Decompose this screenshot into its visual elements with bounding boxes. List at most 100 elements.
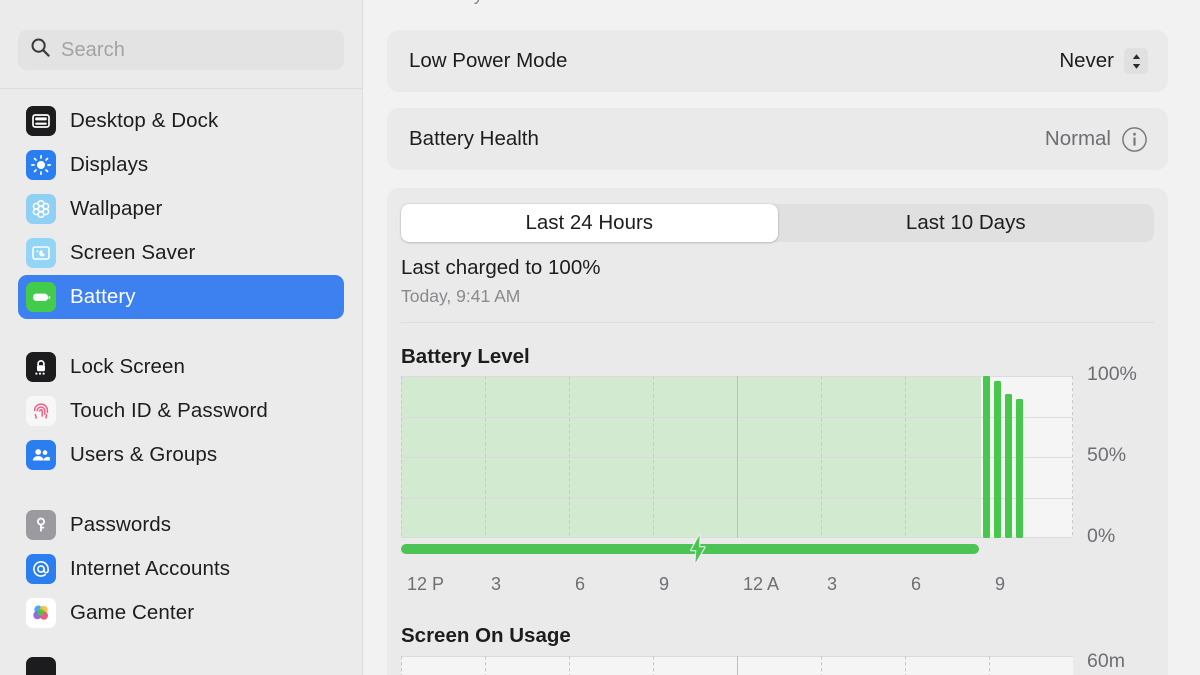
tab-last-24-hours[interactable]: Last 24 Hours <box>401 204 778 242</box>
wallpaper-icon <box>26 194 56 224</box>
chart-gridline-v <box>1072 376 1073 538</box>
screen-on-usage-y-label: 60m <box>1087 650 1125 672</box>
usage-divider <box>401 322 1154 323</box>
chart-bar <box>1016 399 1023 538</box>
chart-gridline-v <box>653 656 654 675</box>
desktop-dock-icon <box>26 106 56 136</box>
search-input[interactable]: Search <box>18 30 344 70</box>
low-power-mode-value: Never <box>1059 49 1114 72</box>
sidebar-item-passwords[interactable]: Passwords <box>18 503 344 547</box>
users-groups-icon <box>26 440 56 470</box>
battery-level-status-label: Battery Level: 100% <box>423 0 593 6</box>
lock-screen-icon <box>26 352 56 382</box>
sidebar-item-label: Lock Screen <box>70 355 186 378</box>
internet-accounts-icon <box>26 554 56 584</box>
displays-icon <box>26 150 56 180</box>
sidebar-item-screen-saver[interactable]: Screen Saver <box>18 231 344 275</box>
info-icon[interactable] <box>1121 126 1148 153</box>
chart-gridline-v <box>485 376 486 538</box>
chart-gridline-v <box>485 656 486 675</box>
touch-id-icon <box>26 396 56 426</box>
game-center-icon <box>26 598 56 628</box>
chart-x-tick-label: 9 <box>995 574 1006 594</box>
last-charged-subtitle: Today, 9:41 AM <box>401 286 521 306</box>
sidebar-item-touch-id-and-password[interactable]: Touch ID & Password <box>18 389 344 433</box>
sidebar-item-label: Touch ID & Password <box>70 399 268 422</box>
sidebar-item-label: Battery <box>70 285 136 308</box>
passwords-key-icon <box>26 510 56 540</box>
chart-bar <box>1005 394 1012 538</box>
sidebar-item-clipped-icon[interactable] <box>26 657 56 675</box>
chart-x-tick-label: 12 A <box>743 574 780 594</box>
battery-level-plot <box>401 376 1073 538</box>
battery-health-row[interactable]: Battery Health Normal <box>387 108 1168 170</box>
sidebar-item-label: Screen Saver <box>70 241 196 264</box>
sidebar-item-internet-accounts[interactable]: Internet Accounts <box>18 547 344 591</box>
chart-gridline-v <box>653 376 654 538</box>
sidebar-item-desktop-and-dock[interactable]: Desktop & Dock <box>18 99 344 143</box>
chart-y-tick-label: 0% <box>1087 525 1116 547</box>
main-content: Battery Level: 100% Low Power Mode Never <box>363 0 1200 675</box>
usage-range-segmented-control[interactable]: Last 24 Hours Last 10 Days <box>401 204 1154 242</box>
battery-level-chart-title: Battery Level <box>401 345 530 368</box>
sidebar-item-lock-screen[interactable]: Lock Screen <box>18 345 344 389</box>
chart-x-tick-label: 12 P <box>407 574 445 594</box>
battery-icon <box>26 282 56 312</box>
battery-level-chart: 100% 50% 0% 12 P 3 6 9 12 A 3 6 9 <box>401 363 1137 594</box>
chart-x-tick-label: 3 <box>491 574 502 594</box>
low-power-mode-row[interactable]: Low Power Mode Never <box>387 30 1168 92</box>
chart-gridline-v <box>737 656 738 675</box>
chart-gridline-v <box>401 656 402 675</box>
battery-usage-card: Last 24 Hours Last 10 Days Last charged … <box>387 188 1168 675</box>
low-power-mode-label: Low Power Mode <box>409 49 568 72</box>
sidebar-item-label: Wallpaper <box>70 197 163 220</box>
battery-level-x-axis: 12 P 3 6 9 12 A 3 6 9 <box>401 574 1081 602</box>
chart-bar <box>994 381 1001 538</box>
chart-bar <box>983 376 990 538</box>
sidebar-item-label: Game Center <box>70 601 195 624</box>
sidebar-item-label: Internet Accounts <box>70 557 231 580</box>
sidebar-group-1: Desktop & Dock Displays Wallpaper Screen… <box>0 89 362 635</box>
sidebar-item-label: Displays <box>70 153 149 176</box>
chart-gridline-v <box>401 376 402 538</box>
sidebar-item-battery[interactable]: Battery <box>18 275 344 319</box>
sidebar-item-label: Users & Groups <box>70 443 218 466</box>
chart-gridline-v <box>737 376 738 538</box>
battery-level-status-row: Battery Level: 100% <box>387 0 1168 8</box>
search-icon <box>30 37 51 63</box>
sidebar-item-wallpaper[interactable]: Wallpaper <box>18 187 344 231</box>
battery-health-value: Normal <box>1044 127 1111 150</box>
screen-on-usage-chart <box>401 656 1073 675</box>
chart-gridline-v <box>821 656 822 675</box>
last-charged-title: Last charged to 100% <box>401 256 601 279</box>
tab-last-10-days[interactable]: Last 10 Days <box>778 204 1155 242</box>
sidebar-item-game-center[interactable]: Game Center <box>18 591 344 635</box>
charging-indicator <box>401 533 1073 565</box>
chart-y-tick-label: 50% <box>1087 444 1127 466</box>
chart-gridline-v <box>905 376 906 538</box>
sidebar-item-users-and-groups[interactable]: Users & Groups <box>18 433 344 477</box>
battery-icon <box>387 0 413 5</box>
chevron-up-down-icon[interactable] <box>1124 48 1148 74</box>
sidebar: Search Desktop & Dock Displays Wallpaper… <box>0 0 363 675</box>
screen-saver-icon <box>26 238 56 268</box>
chart-x-tick-label: 6 <box>575 574 586 594</box>
battery-level-y-axis: 100% 50% 0% <box>1087 363 1200 562</box>
chart-gridline-v <box>821 376 822 538</box>
chart-gridline-v <box>905 656 906 675</box>
bolt-icon <box>687 533 709 569</box>
sidebar-item-label: Desktop & Dock <box>70 109 219 132</box>
system-settings-window: Search Desktop & Dock Displays Wallpaper… <box>0 0 1200 675</box>
search-container: Search <box>0 0 362 82</box>
chart-y-tick-label: 100% <box>1087 363 1137 385</box>
chart-gridline-v <box>989 656 990 675</box>
sidebar-item-displays[interactable]: Displays <box>18 143 344 187</box>
search-placeholder: Search <box>61 38 125 61</box>
screen-on-usage-title: Screen On Usage <box>401 624 571 647</box>
chart-gridline-v <box>569 656 570 675</box>
sidebar-item-label: Passwords <box>70 513 172 536</box>
chart-x-tick-label: 3 <box>827 574 838 594</box>
chart-x-tick-label: 6 <box>911 574 922 594</box>
